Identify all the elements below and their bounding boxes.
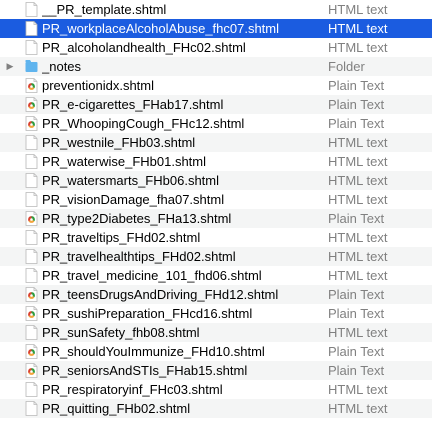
file-kind: HTML text <box>328 135 388 150</box>
file-row[interactable]: PR_visionDamage_fha07.shtml HTML text <box>0 190 432 209</box>
file-row[interactable]: __PR_template.shtml HTML text <box>0 0 432 19</box>
plain-text-file-icon <box>25 363 38 378</box>
plain-text-file-icon <box>25 287 38 302</box>
file-kind: HTML text <box>328 249 388 264</box>
plain-text-file-icon <box>25 116 38 131</box>
file-row[interactable]: PR_e-cigarettes_FHab17.shtml Plain Text <box>0 95 432 114</box>
plain-text-file-icon <box>25 344 38 359</box>
file-row[interactable]: PR_shouldYouImmunize_FHd10.shtml Plain Te… <box>0 342 432 361</box>
file-name: PR_shouldYouImmunize_FHd10.shtml <box>42 344 265 359</box>
file-kind: HTML text <box>328 154 388 169</box>
file-kind: HTML text <box>328 382 388 397</box>
file-row[interactable]: PR_westnile_FHb03.shtml HTML text <box>0 133 432 152</box>
html-file-icon <box>25 325 38 340</box>
html-file-icon <box>25 382 38 397</box>
file-kind: Plain Text <box>328 78 385 93</box>
html-file-icon <box>25 268 38 283</box>
html-file-icon <box>25 401 38 416</box>
file-row[interactable]: PR_alcoholandhealth_FHc02.shtml HTML text <box>0 38 432 57</box>
file-row[interactable]: PR_type2Diabetes_FHa13.shtml Plain Text <box>0 209 432 228</box>
file-row[interactable]: PR_teensDrugsAndDriving_FHd12.shtml Plain… <box>0 285 432 304</box>
file-kind: HTML text <box>328 230 388 245</box>
file-name: PR_visionDamage_fha07.shtml <box>42 192 225 207</box>
plain-text-file-icon <box>25 306 38 321</box>
html-file-icon <box>25 173 38 188</box>
file-kind: HTML text <box>328 401 388 416</box>
file-name: PR_type2Diabetes_FHa13.shtml <box>42 211 232 226</box>
file-name: PR_seniorsAndSTIs_FHab15.shtml <box>42 363 248 378</box>
plain-text-file-icon <box>25 211 38 226</box>
html-file-icon <box>25 135 38 150</box>
html-file-icon <box>25 2 38 17</box>
file-row[interactable]: PR_watersmarts_FHb06.shtml HTML text <box>0 171 432 190</box>
file-kind: HTML text <box>328 268 388 283</box>
file-row[interactable]: PR_sunSafety_fhb08.shtml HTML text <box>0 323 432 342</box>
file-kind: HTML text <box>328 325 388 340</box>
file-kind: Plain Text <box>328 211 385 226</box>
file-name: PR_teensDrugsAndDriving_FHd12.shtml <box>42 287 279 302</box>
folder-row[interactable]: ▶ _notes Folder <box>0 57 432 76</box>
file-row[interactable]: PR_traveltips_FHd02.shtml HTML text <box>0 228 432 247</box>
file-row[interactable]: PR_respiratoryinf_FHc03.shtml HTML text <box>0 380 432 399</box>
file-name: PR_travel_medicine_101_fhd06.shtml <box>42 268 262 283</box>
file-kind: Plain Text <box>328 363 385 378</box>
file-name: PR_WhoopingCough_FHc12.shtml <box>42 116 245 131</box>
file-name: PR_travelhealthtips_FHd02.shtml <box>42 249 236 264</box>
file-name: PR_e-cigarettes_FHab17.shtml <box>42 97 224 112</box>
file-row[interactable]: PR_sushiPreparation_FHcd16.shtml Plain Te… <box>0 304 432 323</box>
file-row[interactable]: preventionidx.shtml Plain Text <box>0 76 432 95</box>
file-kind: Plain Text <box>328 97 385 112</box>
file-row[interactable]: PR_quitting_FHb02.shtml HTML text <box>0 399 432 418</box>
file-name: _notes <box>42 59 82 74</box>
file-kind: Folder <box>328 59 365 74</box>
html-file-icon <box>25 249 38 264</box>
html-file-icon <box>25 192 38 207</box>
file-list: __PR_template.shtml HTML text PR_workplace… <box>0 0 432 426</box>
file-row[interactable]: PR_seniorsAndSTIs_FHab15.shtml Plain Text <box>0 361 432 380</box>
file-name: PR_waterwise_FHb01.shtml <box>42 154 207 169</box>
file-kind: Plain Text <box>328 116 385 131</box>
file-kind: Plain Text <box>328 287 385 302</box>
html-file-icon <box>25 230 38 245</box>
file-name: PR_traveltips_FHd02.shtml <box>42 230 201 245</box>
file-row[interactable]: PR_waterwise_FHb01.shtml HTML text <box>0 152 432 171</box>
file-row[interactable]: PR_WhoopingCough_FHc12.shtml Plain Text <box>0 114 432 133</box>
plain-text-file-icon <box>25 78 38 93</box>
file-name: __PR_template.shtml <box>42 2 167 17</box>
file-name: PR_respiratoryinf_FHc03.shtml <box>42 382 223 397</box>
folder-icon <box>25 59 38 74</box>
file-name: preventionidx.shtml <box>42 78 154 93</box>
file-kind: HTML text <box>328 21 388 36</box>
html-file-icon <box>25 21 38 36</box>
file-row[interactable]: PR_travel_medicine_101_fhd06.shtml HTML t… <box>0 266 432 285</box>
file-name: PR_alcoholandhealth_FHc02.shtml <box>42 40 246 55</box>
file-row[interactable]: PR_workplaceAlcoholAbuse_fhc07.shtml HTML… <box>0 19 432 38</box>
file-name: PR_westnile_FHb03.shtml <box>42 135 196 150</box>
file-name: PR_workplaceAlcoholAbuse_fhc07.shtml <box>42 21 280 36</box>
file-kind: Plain Text <box>328 344 385 359</box>
html-file-icon <box>25 154 38 169</box>
file-kind: HTML text <box>328 192 388 207</box>
file-kind: HTML text <box>328 40 388 55</box>
file-name: PR_sunSafety_fhb08.shtml <box>42 325 200 340</box>
file-row[interactable]: PR_travelhealthtips_FHd02.shtml HTML text <box>0 247 432 266</box>
file-name: PR_watersmarts_FHb06.shtml <box>42 173 219 188</box>
file-kind: Plain Text <box>328 306 385 321</box>
file-name: PR_sushiPreparation_FHcd16.shtml <box>42 306 253 321</box>
file-name: PR_quitting_FHb02.shtml <box>42 401 191 416</box>
file-kind: HTML text <box>328 2 388 17</box>
html-file-icon <box>25 40 38 55</box>
plain-text-file-icon <box>25 97 38 112</box>
disclosure-triangle-icon[interactable]: ▶ <box>4 57 16 76</box>
file-kind: HTML text <box>328 173 388 188</box>
